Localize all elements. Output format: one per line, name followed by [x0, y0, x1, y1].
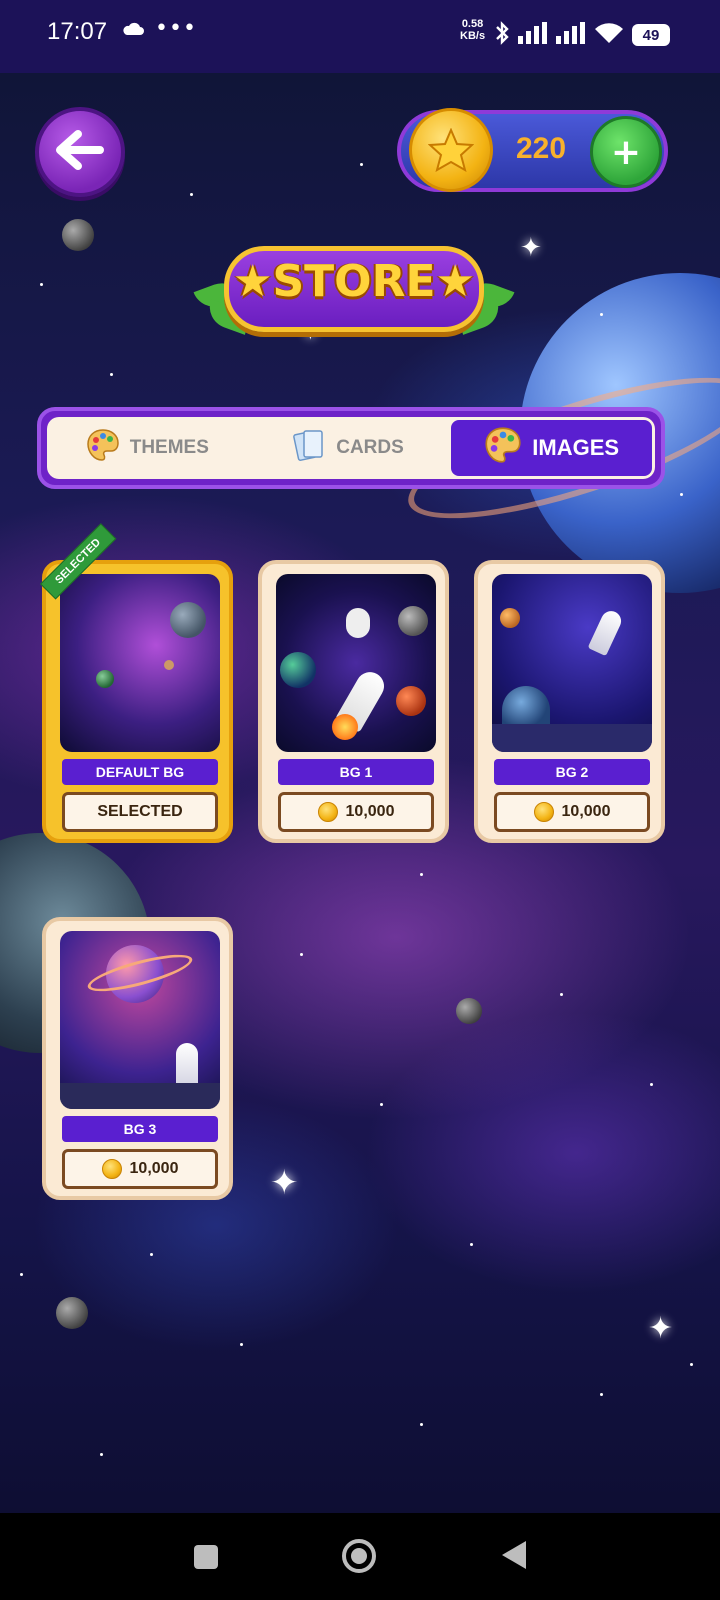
item-preview-image — [60, 931, 220, 1109]
buy-button[interactable]: 10,000 — [62, 1149, 218, 1189]
moon-decoration — [62, 219, 94, 251]
speed-unit: KB/s — [460, 30, 486, 42]
category-tabs: THEMES CARDS IMAGES — [37, 407, 665, 489]
signal-icon-2 — [556, 22, 586, 48]
system-nav-bar — [0, 1513, 720, 1600]
tab-images-label: IMAGES — [532, 435, 620, 460]
item-price: 10,000 — [129, 1160, 179, 1177]
store-banner: ★STORE★ — [193, 240, 515, 340]
item-name: DEFAULT BG — [62, 759, 218, 785]
item-price: 10,000 — [561, 803, 611, 820]
store-item-bg-1[interactable]: BG 1 10,000 — [258, 560, 449, 843]
coin-icon — [317, 802, 338, 822]
sparkle-icon: ✦ — [520, 233, 542, 263]
buy-button[interactable]: 10,000 — [278, 792, 434, 832]
tab-images[interactable]: IMAGES — [451, 420, 653, 476]
status-time: 17:07 — [47, 18, 108, 45]
coin-icon — [533, 802, 554, 822]
back-button[interactable] — [35, 107, 125, 197]
speed-value: 0.58 — [461, 18, 484, 30]
more-notifications-icon: ••• — [155, 16, 197, 41]
moon-decoration — [456, 998, 482, 1024]
tab-cards-label: CARDS — [336, 437, 404, 458]
item-name: BG 1 — [278, 759, 434, 785]
item-preview-image — [492, 574, 652, 752]
coin-balance: 220 + — [397, 108, 668, 192]
palette-icon — [484, 426, 522, 470]
item-preview-image — [276, 574, 436, 752]
arrow-left-icon — [56, 130, 104, 174]
tab-themes-label: THEMES — [129, 437, 209, 458]
sparkle-icon: ✦ — [648, 1311, 674, 1346]
network-speed: 0.58 KB/s — [460, 18, 485, 42]
buy-button[interactable]: 10,000 — [494, 792, 650, 832]
coin-icon — [101, 1159, 122, 1179]
palette-icon — [86, 428, 120, 468]
store-item-bg-3[interactable]: BG 3 10,000 — [42, 917, 233, 1200]
cloud-icon — [121, 20, 145, 40]
signal-icon — [518, 22, 548, 48]
tab-cards[interactable]: CARDS — [248, 417, 449, 479]
recents-button[interactable] — [192, 1543, 220, 1575]
item-name: BG 2 — [494, 759, 650, 785]
battery-icon: 49 — [632, 24, 670, 46]
tab-themes[interactable]: THEMES — [47, 417, 248, 479]
coin-count: 220 — [516, 132, 567, 165]
coin-icon — [409, 108, 493, 192]
home-button[interactable] — [340, 1537, 378, 1579]
store-item-default-bg[interactable]: SELECTED DEFAULT BG SELECTED — [40, 523, 233, 843]
store-item-bg-2[interactable]: BG 2 10,000 — [474, 560, 665, 843]
item-name: BG 3 — [62, 1116, 218, 1142]
page-title: ★STORE★ — [233, 256, 475, 307]
wifi-icon — [594, 22, 624, 48]
sparkle-icon: ✦ — [270, 1163, 299, 1203]
selected-button[interactable]: SELECTED — [62, 792, 218, 832]
bluetooth-icon — [494, 20, 510, 50]
status-bar: 17:07 ••• 0.58 KB/s 49 — [0, 0, 720, 73]
item-price: 10,000 — [345, 803, 395, 820]
back-nav-button[interactable] — [500, 1539, 528, 1575]
add-coins-button[interactable]: + — [590, 116, 662, 188]
selected-button-label: SELECTED — [97, 803, 183, 820]
item-preview-image — [60, 574, 220, 752]
cards-icon — [292, 427, 326, 469]
moon-decoration — [56, 1297, 88, 1329]
